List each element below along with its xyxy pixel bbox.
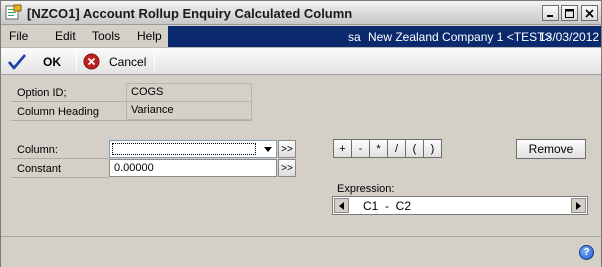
minimize-icon — [547, 14, 553, 17]
remove-button[interactable]: Remove — [516, 139, 586, 159]
expression-label: Expression: — [337, 183, 395, 195]
column-dropdown-value — [112, 143, 256, 155]
menu-tools[interactable]: Tools — [92, 29, 120, 43]
checkmark-icon — [8, 53, 26, 69]
scroll-left-button[interactable] — [334, 198, 349, 213]
column-heading-label: Column Heading — [17, 106, 99, 118]
title-bar[interactable]: [NZCO1] Account Rollup Enquiry Calculate… — [1, 1, 601, 25]
arrow-right-icon — [576, 201, 581, 210]
chevron-down-icon — [263, 146, 272, 152]
help-icon[interactable]: ? — [579, 245, 594, 260]
plus-button[interactable]: + — [333, 139, 352, 158]
multiply-button[interactable]: * — [369, 139, 388, 158]
app-icon — [5, 4, 22, 21]
user-name: sa — [348, 30, 361, 44]
minus-button[interactable]: - — [351, 139, 370, 158]
company-bar: sa New Zealand Company 1 <TEST> 13/03/20… — [168, 26, 601, 47]
toolbar: OK Cancel — [1, 47, 601, 75]
divider — [11, 101, 126, 102]
dialog-window: [NZCO1] Account Rollup Enquiry Calculate… — [0, 0, 602, 267]
divide-button[interactable]: / — [387, 139, 406, 158]
toolbar-separator — [76, 52, 77, 71]
column-dropdown[interactable] — [109, 140, 277, 158]
divider — [11, 158, 109, 159]
minimize-button[interactable] — [542, 5, 559, 21]
constant-input[interactable]: 0.00000 — [109, 159, 277, 177]
toolbar-separator — [154, 52, 155, 71]
expression-field[interactable]: C1 - C2 — [332, 196, 588, 215]
session-date: 13/03/2012 — [539, 30, 600, 44]
constant-expand-button[interactable]: >> — [278, 159, 296, 177]
menu-file[interactable]: File — [9, 29, 28, 43]
cancel-icon — [83, 53, 100, 70]
window-title: [NZCO1] Account Rollup Enquiry Calculate… — [27, 6, 353, 21]
divider — [11, 120, 252, 121]
arrow-left-icon — [339, 201, 344, 210]
status-bar: ? — [1, 236, 601, 267]
constant-label: Constant — [17, 163, 62, 175]
company-name: New Zealand Company 1 <TEST> — [368, 30, 552, 44]
dropdown-arrow[interactable] — [260, 142, 275, 156]
column-expand-button[interactable]: >> — [278, 140, 296, 158]
maximize-button[interactable] — [561, 5, 578, 21]
expression-value: C1 - C2 — [363, 199, 412, 213]
close-button[interactable] — [581, 5, 598, 21]
remove-label: Remove — [528, 142, 574, 156]
menu-edit[interactable]: Edit — [55, 29, 76, 43]
option-id-label: Option ID; — [17, 87, 67, 99]
cancel-label: Cancel — [109, 54, 147, 69]
scroll-right-button[interactable] — [571, 198, 586, 213]
ok-button[interactable]: OK — [7, 50, 61, 73]
maximize-icon — [565, 8, 574, 18]
menu-help[interactable]: Help — [137, 29, 162, 43]
open-paren-button[interactable]: ( — [405, 139, 424, 158]
column-heading-field: Variance — [126, 101, 252, 120]
ok-label: OK — [43, 54, 61, 69]
divider — [11, 177, 109, 178]
close-icon — [585, 8, 594, 18]
option-id-field: COGS — [126, 83, 252, 102]
close-paren-button[interactable]: ) — [423, 139, 442, 158]
cancel-button[interactable]: Cancel — [83, 50, 146, 73]
column-label: Column: — [17, 144, 58, 156]
